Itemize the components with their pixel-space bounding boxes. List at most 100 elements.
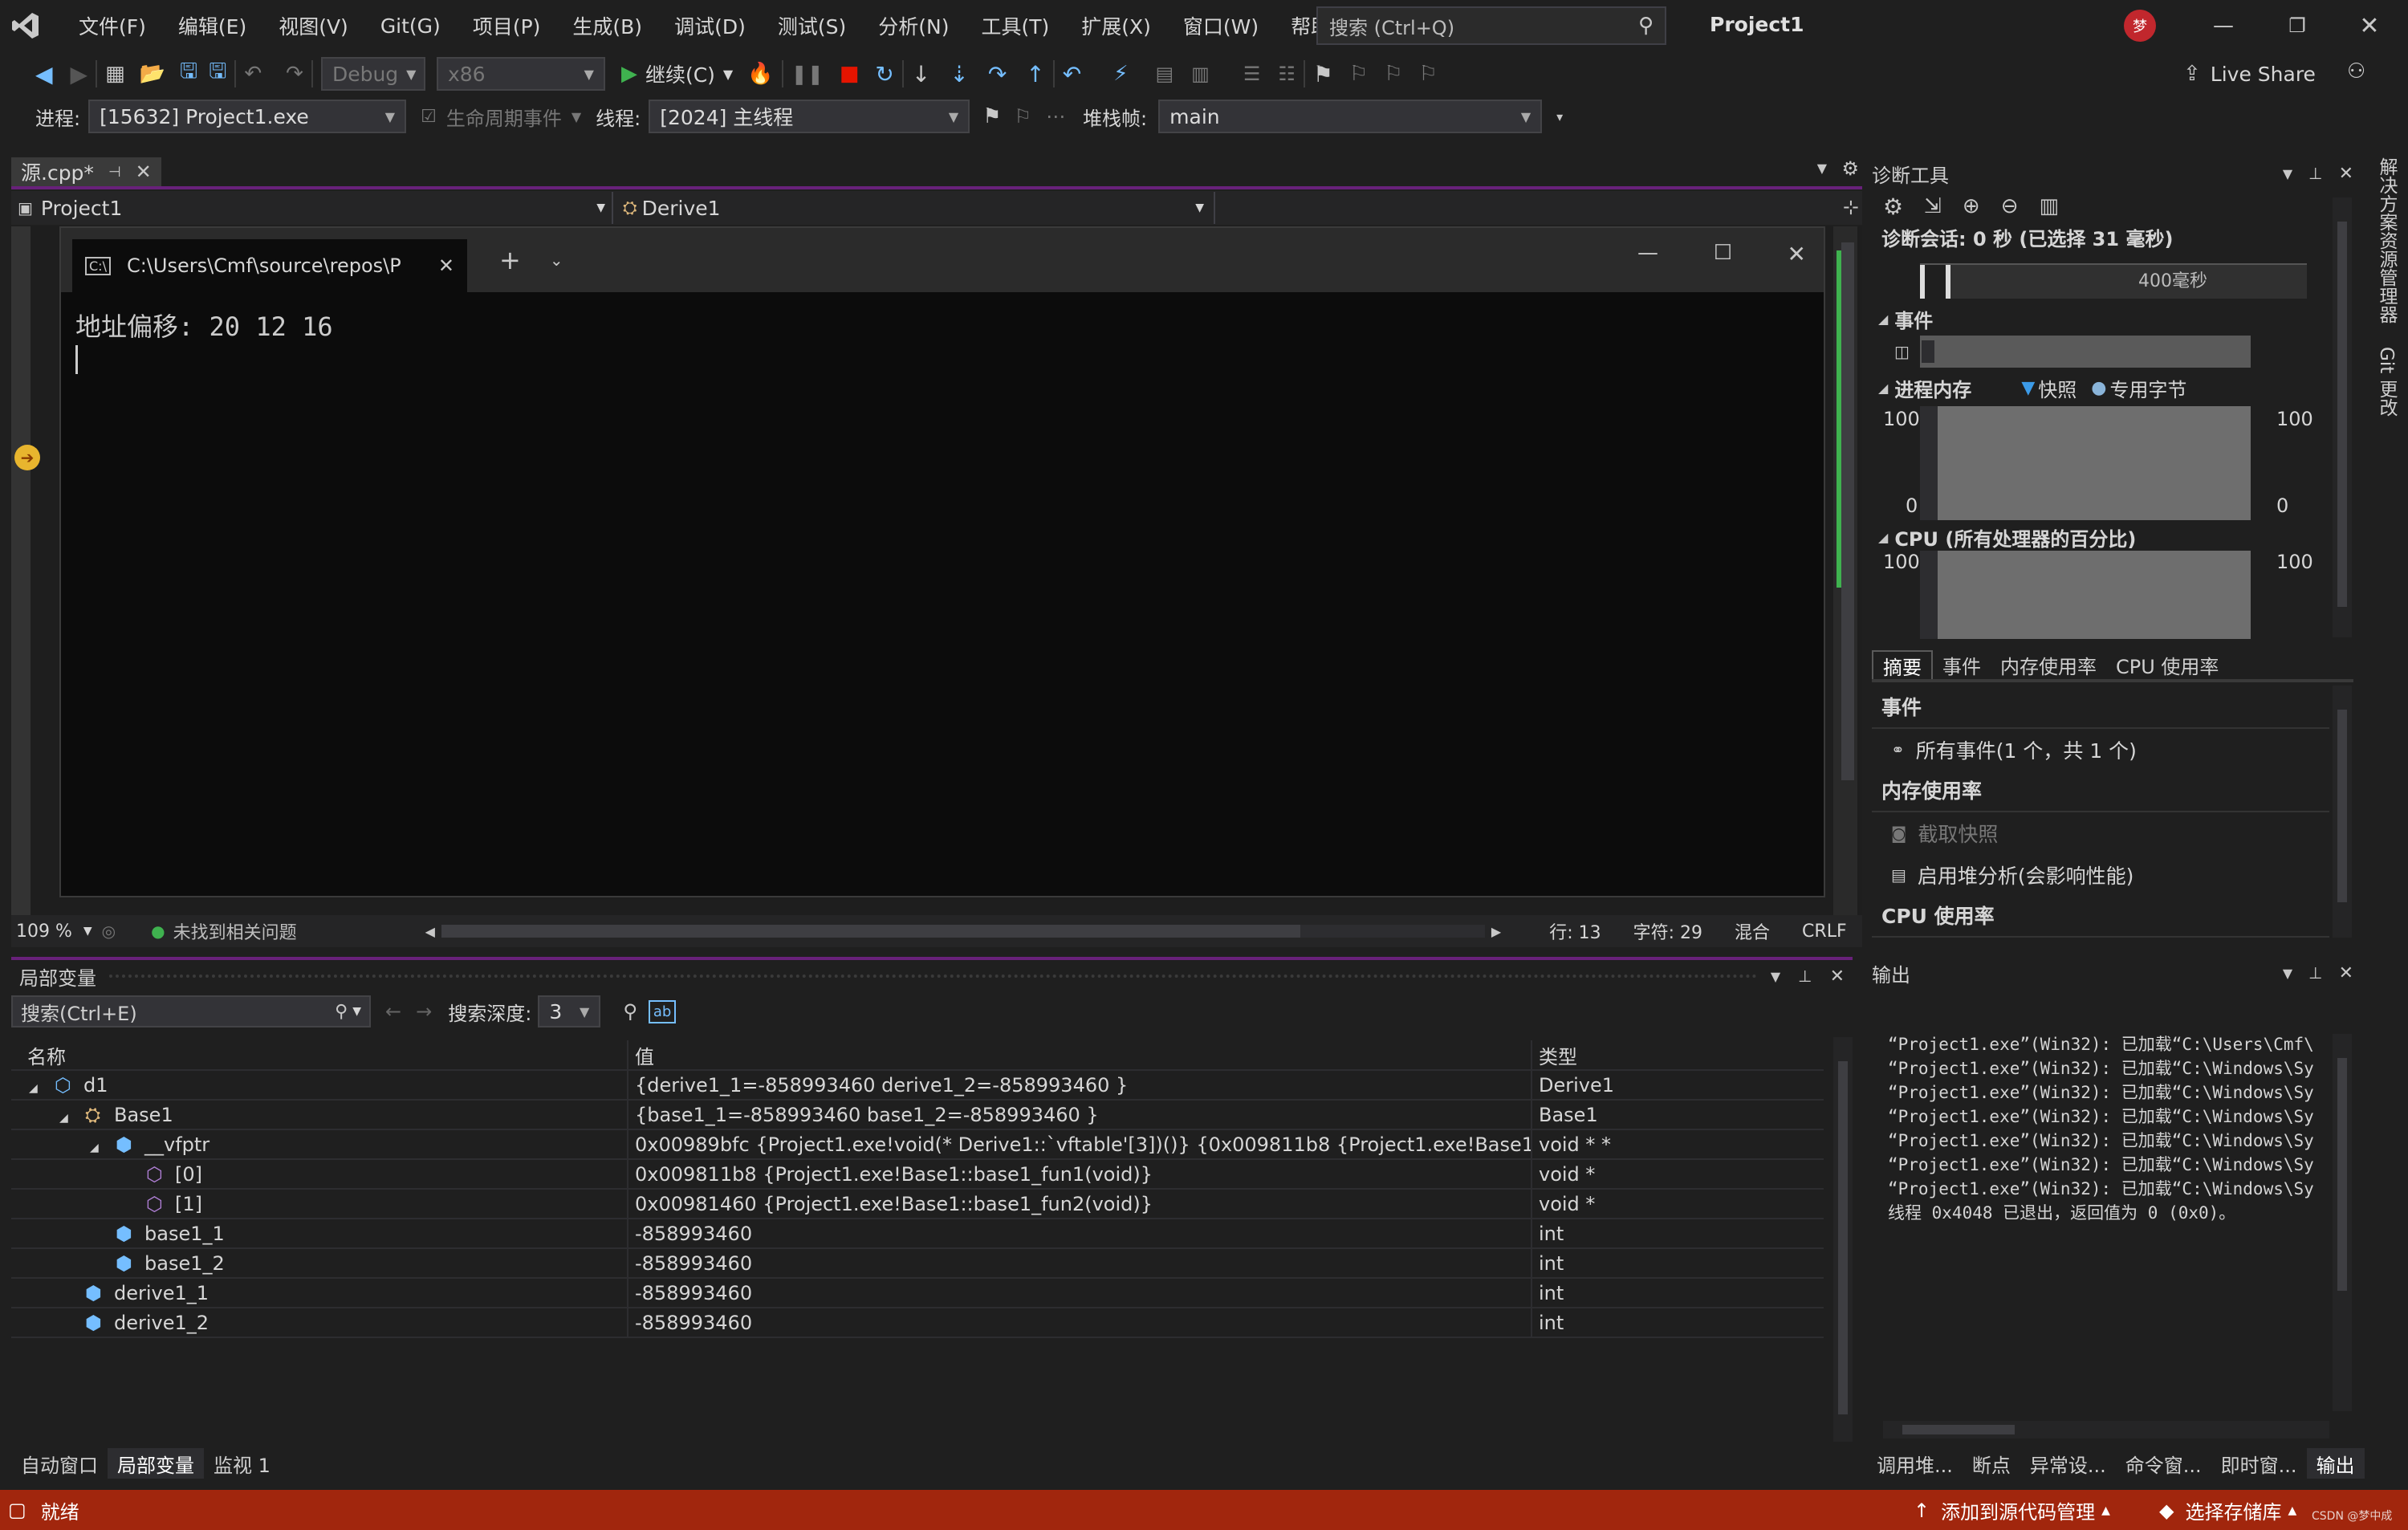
bookmark-prev-icon[interactable]: ⚐ <box>1349 62 1368 86</box>
column-header-type[interactable]: 类型 <box>1531 1040 1824 1071</box>
console-close-icon[interactable]: ✕ <box>1788 241 1806 267</box>
flag-thread-icon[interactable]: ⚑ <box>982 104 1001 128</box>
save-all-icon[interactable]: 🖫 <box>209 56 226 92</box>
cell-value[interactable]: -858993460 <box>628 1219 1532 1249</box>
expand-triangle-icon[interactable]: ◢ <box>90 1141 106 1154</box>
diag-tab-cpu[interactable]: CPU 使用率 <box>2106 650 2228 679</box>
collapse-triangle-icon[interactable]: ◢ <box>1878 530 1888 545</box>
step-into-specific-icon[interactable]: ⇣ <box>950 61 968 87</box>
scroll-left-icon[interactable]: ◀ <box>425 924 435 939</box>
expand-triangle-icon[interactable]: ◢ <box>59 1112 75 1125</box>
cell-value[interactable]: -858993460 <box>628 1248 1532 1279</box>
diag-top-scrollbar[interactable] <box>2333 197 2352 637</box>
tab-overflow-icon[interactable]: ▼ <box>1817 161 1827 176</box>
diag-tab-events[interactable]: 事件 <box>1933 650 1991 679</box>
expand-triangle-icon[interactable]: ◢ <box>29 1082 45 1095</box>
scroll-right-icon[interactable]: ▶ <box>1491 924 1501 939</box>
menu-project[interactable]: 项目(P) <box>457 11 557 40</box>
undo-icon[interactable]: ↶ <box>244 62 262 86</box>
pin-source-icon[interactable]: ⚲ <box>623 1000 637 1023</box>
restore-icon[interactable]: ❐ <box>2280 8 2315 43</box>
collapse-triangle-icon[interactable]: ◢ <box>1878 311 1888 327</box>
heap-analysis-button[interactable]: ▤ 启用堆分析(会影响性能) <box>1872 854 2329 896</box>
table-row[interactable]: ⬡ [0] 0x009811b8 {Project1.exe!Base1::base… <box>11 1159 1824 1190</box>
output-hscroll-thumb[interactable] <box>1902 1425 2015 1434</box>
menu-git[interactable]: Git(G) <box>364 14 457 38</box>
table-row[interactable]: ◢ ⬡ d1 {derive1_1=-858993460 derive1_2=-858… <box>11 1070 1824 1101</box>
tab-output[interactable]: 输出 <box>2306 1448 2365 1479</box>
configuration-select[interactable]: Debug ▼ <box>320 57 425 91</box>
thread-select[interactable]: [2024] 主线程 ▼ <box>649 100 970 133</box>
hot-reload-icon[interactable]: 🔥 <box>747 62 773 86</box>
process-select[interactable]: [15632] Project1.exe ▼ <box>88 100 407 133</box>
tab-immediate-window[interactable]: 即时窗... <box>2211 1448 2307 1479</box>
menu-test[interactable]: 测试(S) <box>762 11 862 40</box>
tab-locals[interactable]: 局部变量 <box>108 1448 204 1479</box>
output-text[interactable]: “Project1.exe”(Win32): 已加载“C:\Users\Cmf\… <box>1888 1032 2329 1225</box>
locals-search-input[interactable]: 搜索(Ctrl+E) <box>21 998 137 1026</box>
cell-value[interactable]: -858993460 <box>628 1308 1532 1338</box>
menu-file[interactable]: 文件(F) <box>63 11 162 40</box>
zoom-level[interactable]: 109 % <box>16 922 72 942</box>
menu-extensions[interactable]: 扩展(X) <box>1065 11 1167 40</box>
menu-edit[interactable]: 编辑(E) <box>162 11 262 40</box>
panel-dropdown-icon[interactable]: ▼ <box>1771 969 1780 984</box>
export-icon[interactable]: ⇲ <box>1924 194 1942 218</box>
cell-value[interactable]: -858993460 <box>628 1278 1532 1308</box>
panel-dropdown-icon[interactable]: ▼ <box>2283 166 2292 181</box>
close-window-icon[interactable]: ✕ <box>2352 8 2387 43</box>
diag-top-scrollbar-thumb[interactable] <box>2337 222 2347 607</box>
tab-watch-1[interactable]: 监视 1 <box>204 1448 280 1479</box>
toolbar-overflow-icon[interactable]: ▾ <box>1556 109 1563 124</box>
visual-studio-logo-icon[interactable] <box>0 0 51 51</box>
table-row[interactable]: ⬢ base1_1 -858993460 int <box>11 1219 1824 1249</box>
table-row[interactable]: ⬢ base1_2 -858993460 int <box>11 1248 1824 1279</box>
redo-icon[interactable]: ↷ <box>286 62 303 86</box>
console-minimize-icon[interactable]: — <box>1637 241 1658 265</box>
editor-tab-source[interactable]: 源.cpp* ⊣ ✕ <box>11 157 161 186</box>
take-snapshot-button[interactable]: ◙ 截取快照 <box>1872 812 2329 854</box>
step-into-icon[interactable]: ↓ <box>912 61 930 87</box>
step-over-icon[interactable]: ↷ <box>988 61 1007 87</box>
menu-build[interactable]: 生成(B) <box>556 11 658 40</box>
console-tab[interactable]: C:\ C:\Users\Cmf\source\repos\P ✕ <box>72 239 467 292</box>
minimize-icon[interactable]: — <box>2207 8 2239 43</box>
open-folder-icon[interactable]: 📂 <box>140 62 165 86</box>
nav-project-select[interactable]: ▣ Project1 ▼ <box>11 192 613 224</box>
diag-tab-summary[interactable]: 摘要 <box>1872 650 1933 679</box>
cell-value[interactable]: 0x00989bfc {Project1.exe!void(* Derive1:… <box>628 1129 1532 1160</box>
locals-scrollbar-thumb[interactable] <box>1838 1061 1848 1414</box>
horizontal-scrollbar[interactable] <box>441 925 1485 938</box>
char-number[interactable]: 字符: 29 <box>1633 918 1702 944</box>
menu-analyze[interactable]: 分析(N) <box>862 11 965 40</box>
side-tab-solution-explorer[interactable]: 解决方案资源管理器 <box>2368 157 2400 323</box>
line-ending[interactable]: CRLF <box>1802 922 1847 942</box>
bookmark-icon[interactable]: ⚑ <box>1313 61 1333 87</box>
output-vertical-scrollbar[interactable] <box>2333 1034 2352 1411</box>
table-row[interactable]: ⬡ [1] 0x00981460 {Project1.exe!Base1::base… <box>11 1189 1824 1219</box>
table-row[interactable]: ◢ ⬢ __vfptr 0x00989bfc {Project1.exe!void(*… <box>11 1129 1824 1160</box>
editor-vertical-scrollbar[interactable] <box>1833 226 1857 915</box>
table-row[interactable]: ⬢ derive1_1 -858993460 int <box>11 1278 1824 1308</box>
locals-vertical-scrollbar[interactable] <box>1833 1037 1853 1442</box>
cell-value[interactable]: 0x00981460 {Project1.exe!Base1::base1_fu… <box>628 1189 1532 1219</box>
tab-dropdown-icon[interactable]: ⌄ <box>550 250 563 270</box>
step-back-icon[interactable]: ↶ <box>1063 61 1081 87</box>
stop-icon[interactable]: ■ <box>840 62 860 86</box>
new-item-icon[interactable]: ▦ <box>105 62 125 86</box>
comment-icon[interactable]: ☰ <box>1243 63 1261 85</box>
table-row[interactable]: ◢ ⛭ Base1 {base1_1=-858993460 base1_2=-8589… <box>11 1100 1824 1130</box>
panel-pin-icon[interactable]: ⊥ <box>1798 966 1812 986</box>
menu-debug[interactable]: 调试(D) <box>658 11 762 40</box>
menu-window[interactable]: 窗口(W) <box>1167 11 1275 40</box>
issues-status[interactable]: 未找到相关问题 <box>173 918 297 944</box>
diag-summary-scrollbar[interactable] <box>2333 686 2352 938</box>
uncomment-icon[interactable]: ☷ <box>1278 63 1296 85</box>
table-row[interactable]: ⬢ derive1_2 -858993460 int <box>11 1308 1824 1338</box>
search-icon[interactable]: ⚲ <box>335 1002 348 1022</box>
cell-value[interactable]: {derive1_1=-858993460 derive1_2=-8589934… <box>628 1070 1532 1101</box>
diag-timeline[interactable]: 400毫秒 <box>1920 263 2307 299</box>
side-tab-git-changes[interactable]: Git 更改 <box>2368 347 2400 417</box>
close-console-tab-icon[interactable]: ✕ <box>438 254 454 277</box>
account-icon[interactable]: ⚇ <box>2347 59 2365 83</box>
